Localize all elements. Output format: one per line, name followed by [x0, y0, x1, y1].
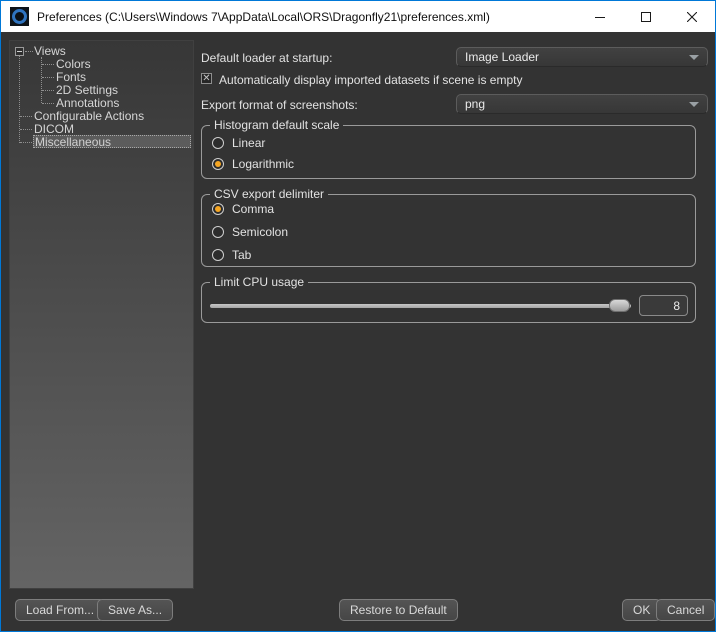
radio-linear[interactable]: Linear	[212, 135, 265, 151]
radio-semicolon[interactable]: Semicolon	[212, 224, 288, 240]
maximize-button[interactable]	[623, 1, 669, 32]
dropdown-arrow-icon	[689, 102, 699, 107]
cpu-usage-slider-track[interactable]	[210, 304, 631, 308]
tree-connector	[20, 129, 32, 130]
cpu-usage-slider-handle[interactable]	[609, 299, 630, 312]
radio-label: Logarithmic	[232, 157, 294, 171]
radio-logarithmic[interactable]: Logarithmic	[212, 156, 294, 172]
restore-to-default-button[interactable]: Restore to Default	[339, 599, 458, 621]
radio-comma[interactable]: Comma	[212, 201, 274, 217]
tree-connector	[42, 64, 54, 65]
maximize-icon	[641, 12, 651, 22]
auto-display-label: Automatically display imported datasets …	[219, 73, 522, 87]
window-title: Preferences (C:\Users\Windows 7\AppData\…	[37, 10, 490, 24]
sidebar-item-label: 2D Settings	[56, 83, 118, 97]
radio-label: Comma	[232, 202, 274, 216]
cancel-button[interactable]: Cancel	[656, 599, 715, 621]
export-format-combobox[interactable]: png	[456, 94, 708, 114]
radio-icon	[212, 226, 224, 238]
sidebar-item-label: Configurable Actions	[34, 109, 144, 123]
sidebar-item-label: Miscellaneous	[35, 135, 111, 149]
default-loader-value: Image Loader	[465, 50, 689, 64]
minimize-button[interactable]	[577, 1, 623, 32]
radio-label: Tab	[232, 248, 251, 262]
tree-connector	[42, 90, 54, 91]
sidebar-item-label: Colors	[56, 57, 91, 71]
load-from-button[interactable]: Load From...	[15, 599, 105, 621]
histogram-scale-group-title: Histogram default scale	[210, 118, 343, 132]
preferences-window: Preferences (C:\Users\Windows 7\AppData\…	[0, 0, 716, 632]
sidebar-item-label: Annotations	[56, 96, 119, 110]
sidebar-item-miscellaneous[interactable]: Miscellaneous	[33, 135, 191, 148]
default-loader-combobox[interactable]: Image Loader	[456, 47, 708, 67]
radio-icon	[212, 137, 224, 149]
tree-collapse-toggle[interactable]	[15, 47, 24, 56]
dragonfly-logo-icon	[12, 9, 27, 24]
sidebar-item-label: DICOM	[34, 122, 74, 136]
app-icon	[10, 7, 29, 26]
tree-connector	[25, 51, 33, 52]
cpu-usage-group: Limit CPU usage 8	[201, 282, 696, 323]
csv-delimiter-group: CSV export delimiter Comma Semicolon Tab	[201, 194, 696, 267]
tree-connector	[20, 116, 32, 117]
radio-icon	[212, 158, 224, 170]
window-controls	[577, 1, 715, 32]
tree-connector	[42, 103, 54, 104]
preferences-tree-panel: Views Colors Fonts 2D Settings Annotatio…	[9, 40, 194, 589]
histogram-scale-group: Histogram default scale Linear Logarithm…	[201, 125, 696, 179]
radio-icon	[212, 249, 224, 261]
auto-display-checkbox[interactable]: ✕	[201, 73, 212, 84]
cpu-usage-group-title: Limit CPU usage	[210, 275, 308, 289]
dropdown-arrow-icon	[689, 55, 699, 60]
tree-connector	[42, 77, 54, 78]
export-format-label: Export format of screenshots:	[201, 98, 358, 112]
default-loader-label: Default loader at startup:	[201, 51, 332, 65]
radio-tab[interactable]: Tab	[212, 247, 251, 263]
close-icon	[687, 12, 697, 22]
radio-icon	[212, 203, 224, 215]
radio-label: Semicolon	[232, 225, 288, 239]
minimize-icon	[595, 12, 605, 22]
close-button[interactable]	[669, 1, 715, 32]
preferences-tree: Views Colors Fonts 2D Settings Annotatio…	[10, 41, 193, 588]
cpu-usage-value-field[interactable]: 8	[639, 295, 688, 316]
titlebar: Preferences (C:\Users\Windows 7\AppData\…	[1, 1, 715, 32]
tree-connector	[20, 142, 32, 143]
export-format-value: png	[465, 97, 689, 111]
sidebar-item-label: Fonts	[56, 70, 86, 84]
radio-label: Linear	[232, 136, 265, 150]
save-as-button[interactable]: Save As...	[97, 599, 173, 621]
csv-delimiter-group-title: CSV export delimiter	[210, 187, 328, 201]
sidebar-item-label: Views	[34, 44, 66, 58]
